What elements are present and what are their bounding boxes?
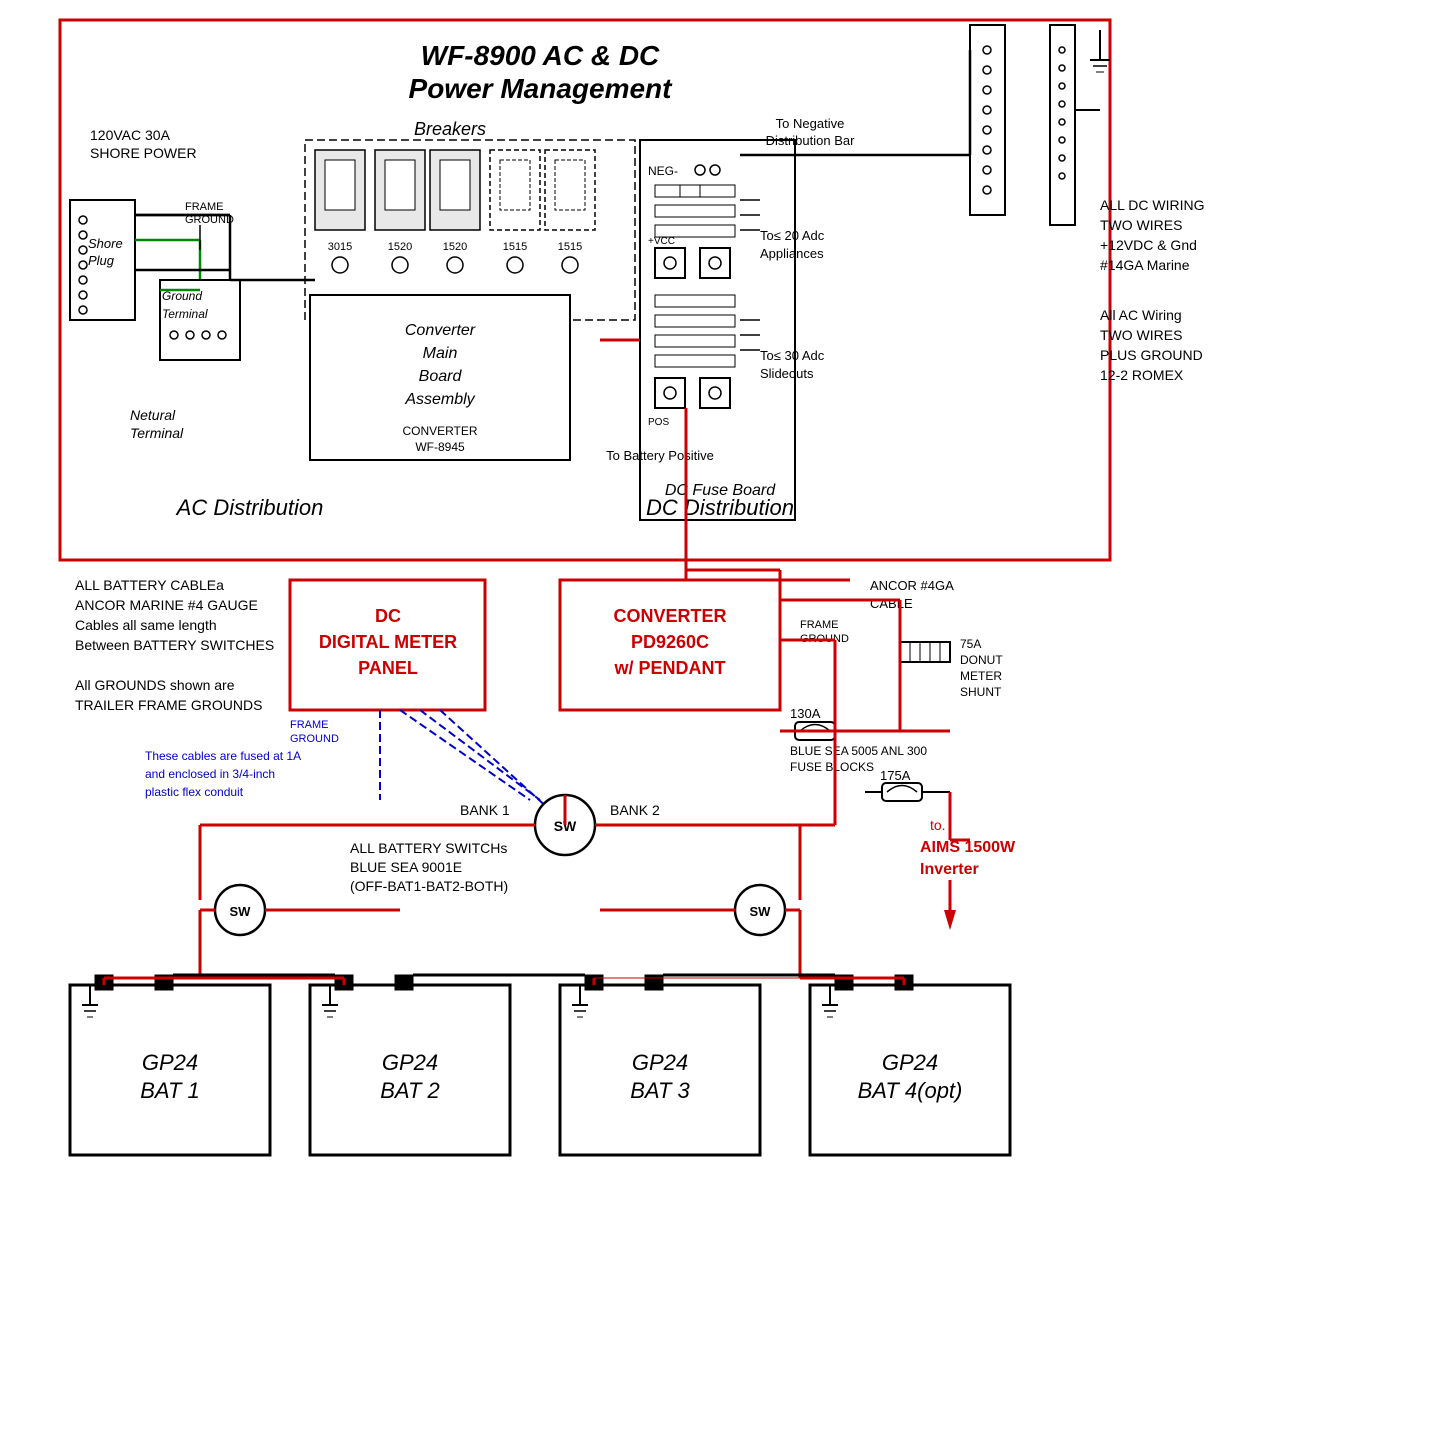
svg-text:PD9260C: PD9260C <box>631 632 709 652</box>
svg-text:DONUT: DONUT <box>960 653 1003 667</box>
svg-text:130A: 130A <box>790 706 821 721</box>
svg-text:3015: 3015 <box>328 241 352 253</box>
svg-text:12-2 ROMEX: 12-2 ROMEX <box>1100 367 1184 383</box>
svg-text:Between BATTERY SWITCHES: Between BATTERY SWITCHES <box>75 637 274 653</box>
svg-text:All AC Wiring: All AC Wiring <box>1100 307 1182 323</box>
svg-text:ANCOR #4GA: ANCOR #4GA <box>870 578 954 593</box>
svg-text:WF-8900 AC & DC: WF-8900 AC & DC <box>421 40 660 71</box>
svg-text:Slideouts: Slideouts <box>760 366 814 381</box>
svg-text:BAT 4(opt): BAT 4(opt) <box>858 1078 963 1103</box>
svg-text:175A: 175A <box>880 768 911 783</box>
svg-text:BAT 2: BAT 2 <box>380 1078 440 1103</box>
svg-text:1515: 1515 <box>503 241 527 253</box>
svg-text:CONVERTER: CONVERTER <box>613 606 726 626</box>
svg-text:Inverter: Inverter <box>920 861 979 878</box>
svg-text:1520: 1520 <box>443 241 467 253</box>
svg-text:+VCC: +VCC <box>648 236 675 247</box>
svg-text:TWO WIRES: TWO WIRES <box>1100 217 1182 233</box>
svg-text:AIMS 1500W: AIMS 1500W <box>920 839 1016 856</box>
svg-text:SHUNT: SHUNT <box>960 685 1002 699</box>
svg-text:Terminal: Terminal <box>130 425 184 441</box>
svg-text:AC Distribution: AC Distribution <box>175 495 324 520</box>
svg-text:DIGITAL METER: DIGITAL METER <box>319 632 457 652</box>
svg-text:Cables all same length: Cables all same length <box>75 617 217 633</box>
svg-text:75A: 75A <box>960 637 981 651</box>
diagram-container: WF-8900 AC & DC Power Management 120VAC … <box>0 0 1451 1444</box>
svg-text:SW: SW <box>230 904 252 919</box>
svg-text:To≤ 20 Adc: To≤ 20 Adc <box>760 228 825 243</box>
svg-text:BANK 1: BANK 1 <box>460 802 510 818</box>
svg-text:1515: 1515 <box>558 241 582 253</box>
svg-text:SW: SW <box>750 904 772 919</box>
svg-text:NEG-: NEG- <box>648 164 678 178</box>
svg-text:BLUE SEA 9001E: BLUE SEA 9001E <box>350 859 462 875</box>
svg-text:GP24: GP24 <box>382 1050 438 1075</box>
svg-text:GP24: GP24 <box>632 1050 688 1075</box>
svg-text:FRAME: FRAME <box>185 201 224 213</box>
svg-text:PLUS GROUND: PLUS GROUND <box>1100 347 1203 363</box>
svg-text:FRAME: FRAME <box>290 719 329 731</box>
svg-text:ALL DC WIRING: ALL DC WIRING <box>1100 197 1205 213</box>
svg-text:Terminal: Terminal <box>162 307 208 321</box>
svg-text:Appliances: Appliances <box>760 246 824 261</box>
svg-text:plastic flex conduit: plastic flex conduit <box>145 785 244 799</box>
svg-text:Breakers: Breakers <box>414 119 486 139</box>
svg-text:PANEL: PANEL <box>358 658 418 678</box>
svg-text:METER: METER <box>960 669 1002 683</box>
svg-text:POS: POS <box>648 417 669 428</box>
svg-text:TRAILER FRAME GROUNDS: TRAILER FRAME GROUNDS <box>75 697 262 713</box>
svg-text:BLUE SEA 5005 ANL 300: BLUE SEA 5005 ANL 300 <box>790 744 927 758</box>
svg-text:1520: 1520 <box>388 241 412 253</box>
svg-text:DC: DC <box>375 606 401 626</box>
svg-text:GP24: GP24 <box>882 1050 938 1075</box>
svg-text:Shore: Shore <box>88 236 123 251</box>
svg-text:ALL BATTERY CABLEa: ALL BATTERY CABLEa <box>75 577 224 593</box>
svg-text:Power Management: Power Management <box>409 73 674 104</box>
svg-text:SHORE POWER: SHORE POWER <box>90 145 197 161</box>
svg-text:All GROUNDS shown are: All GROUNDS shown are <box>75 677 235 693</box>
svg-text:#14GA Marine: #14GA Marine <box>1100 257 1190 273</box>
svg-text:Board: Board <box>419 368 463 385</box>
svg-text:w/ PENDANT: w/ PENDANT <box>613 658 725 678</box>
svg-text:+12VDC & Gnd: +12VDC & Gnd <box>1100 237 1197 253</box>
svg-text:Assembly: Assembly <box>404 391 475 408</box>
svg-text:ANCOR MARINE #4 GAUGE: ANCOR MARINE #4 GAUGE <box>75 597 258 613</box>
svg-text:To Battery Positive: To Battery Positive <box>606 448 714 463</box>
svg-text:GROUND: GROUND <box>290 733 339 745</box>
svg-text:Main: Main <box>423 345 458 362</box>
svg-text:TWO WIRES: TWO WIRES <box>1100 327 1182 343</box>
svg-text:BANK 2: BANK 2 <box>610 802 660 818</box>
svg-text:120VAC 30A: 120VAC 30A <box>90 127 171 143</box>
svg-text:WF-8945: WF-8945 <box>415 440 465 454</box>
svg-text:ALL BATTERY SWITCHs: ALL BATTERY SWITCHs <box>350 840 507 856</box>
svg-text:To≤ 30 Adc: To≤ 30 Adc <box>760 348 825 363</box>
svg-text:Converter: Converter <box>405 322 476 339</box>
svg-text:Plug: Plug <box>88 253 115 268</box>
svg-text:BAT 1: BAT 1 <box>140 1078 200 1103</box>
svg-text:(OFF-BAT1-BAT2-BOTH): (OFF-BAT1-BAT2-BOTH) <box>350 878 508 894</box>
svg-text:CONVERTER: CONVERTER <box>402 424 477 438</box>
svg-text:GP24: GP24 <box>142 1050 198 1075</box>
svg-text:DC Fuse Board: DC Fuse Board <box>665 482 776 499</box>
svg-text:Netural: Netural <box>130 407 176 423</box>
svg-text:BAT 3: BAT 3 <box>630 1078 690 1103</box>
svg-text:FUSE BLOCKS: FUSE BLOCKS <box>790 760 874 774</box>
svg-text:FRAME: FRAME <box>800 619 839 631</box>
svg-text:to.: to. <box>930 817 946 833</box>
svg-text:These cables are fused at 1A: These cables are fused at 1A <box>145 749 301 763</box>
svg-text:To Negative: To Negative <box>776 116 845 131</box>
svg-text:and enclosed in 3/4-inch: and enclosed in 3/4-inch <box>145 767 275 781</box>
svg-text:CABLE: CABLE <box>870 596 913 611</box>
svg-text:Distribution Bar: Distribution Bar <box>766 133 856 148</box>
